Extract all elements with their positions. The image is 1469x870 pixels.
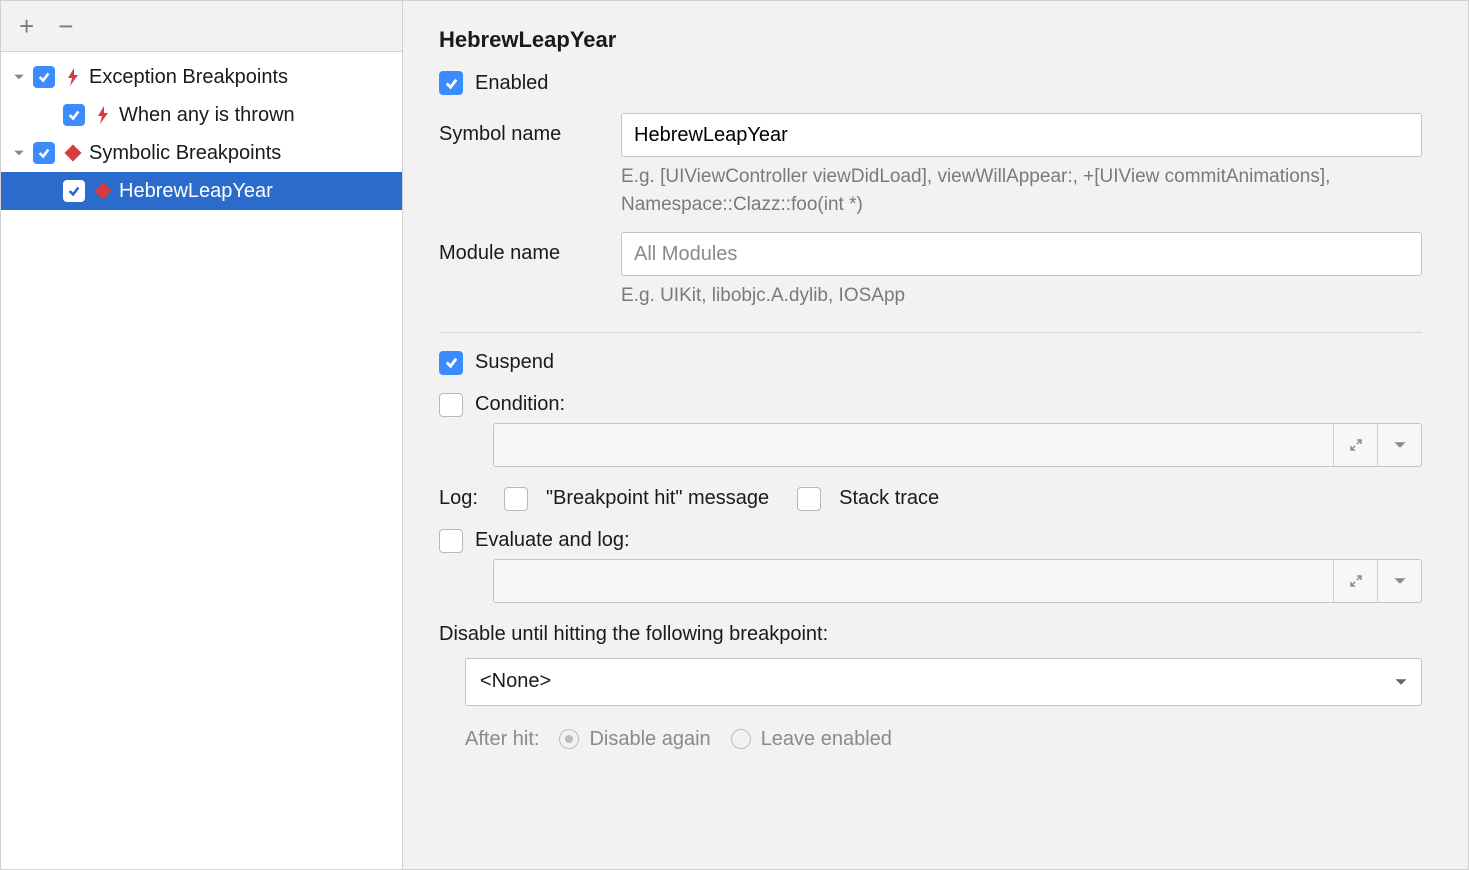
checkbox-hebrewleapyear[interactable] [63, 180, 85, 202]
log-stack-checkbox[interactable] [797, 487, 821, 511]
after-hit-disable-radio[interactable]: Disable again [559, 728, 710, 751]
enabled-label: Enabled [475, 72, 548, 95]
diamond-icon [93, 185, 113, 197]
after-hit-disable-label: Disable again [589, 728, 710, 751]
chevron-down-icon[interactable] [1377, 424, 1421, 466]
evaluate-log-label: Evaluate and log: [475, 529, 630, 552]
tree-group-exception[interactable]: Exception Breakpoints [1, 58, 402, 96]
add-breakpoint-button[interactable]: + [19, 13, 34, 39]
module-name-label: Module name [439, 232, 621, 265]
symbol-name-hint: E.g. [UIViewController viewDidLoad], vie… [621, 163, 1422, 218]
disable-until-label: Disable until hitting the following brea… [439, 623, 1422, 646]
chevron-down-icon [1381, 675, 1421, 689]
tree-item-when-any-thrown[interactable]: When any is thrown [1, 96, 402, 134]
disclosure-triangle-icon[interactable] [11, 147, 27, 159]
enabled-checkbox[interactable] [439, 71, 463, 95]
log-stack-label: Stack trace [839, 487, 939, 510]
breakpoints-sidebar: + − Exception Breakpoints [1, 1, 403, 869]
condition-label: Condition: [475, 393, 565, 416]
evaluate-log-checkbox[interactable] [439, 529, 463, 553]
lightning-icon [63, 68, 83, 86]
condition-expression-box [493, 423, 1422, 467]
tree-label: Symbolic Breakpoints [89, 142, 281, 165]
after-hit-row: After hit: Disable again Leave enabled [439, 728, 1422, 751]
after-hit-leave-radio[interactable]: Leave enabled [731, 728, 892, 751]
suspend-checkbox[interactable] [439, 351, 463, 375]
expand-icon[interactable] [1333, 424, 1377, 466]
tree-group-symbolic[interactable]: Symbolic Breakpoints [1, 134, 402, 172]
log-label: Log: [439, 487, 478, 510]
condition-input[interactable] [494, 424, 1333, 466]
checkbox-symbolic-group[interactable] [33, 142, 55, 164]
disable-until-value: <None> [466, 670, 1381, 693]
breakpoints-tree: Exception Breakpoints When any is thrown [1, 51, 402, 869]
tree-label: Exception Breakpoints [89, 66, 288, 89]
expand-icon[interactable] [1333, 560, 1377, 602]
diamond-icon [63, 147, 83, 159]
sidebar-toolbar: + − [1, 1, 402, 51]
after-hit-label: After hit: [465, 728, 539, 751]
tree-label: When any is thrown [119, 104, 295, 127]
disclosure-triangle-icon[interactable] [11, 71, 27, 83]
log-hit-checkbox[interactable] [504, 487, 528, 511]
symbol-name-label: Symbol name [439, 113, 621, 146]
symbol-name-input[interactable] [621, 113, 1422, 157]
after-hit-leave-label: Leave enabled [761, 728, 892, 751]
suspend-label: Suspend [475, 351, 554, 374]
breakpoint-title: HebrewLeapYear [439, 27, 1422, 53]
log-hit-label: "Breakpoint hit" message [546, 487, 769, 510]
tree-label: HebrewLeapYear [119, 180, 273, 203]
tree-item-hebrewleapyear[interactable]: HebrewLeapYear [1, 172, 402, 210]
module-name-hint: E.g. UIKit, libobjc.A.dylib, IOSApp [621, 282, 1422, 310]
divider [439, 332, 1422, 333]
module-name-input[interactable] [621, 232, 1422, 276]
lightning-icon [93, 106, 113, 124]
evaluate-input[interactable] [494, 560, 1333, 602]
checkbox-exception-group[interactable] [33, 66, 55, 88]
remove-breakpoint-button[interactable]: − [58, 13, 73, 39]
breakpoint-detail-panel: HebrewLeapYear Enabled Symbol name E.g. … [403, 1, 1468, 869]
checkbox-when-any-thrown[interactable] [63, 104, 85, 126]
condition-checkbox[interactable] [439, 393, 463, 417]
chevron-down-icon[interactable] [1377, 560, 1421, 602]
evaluate-expression-box [493, 559, 1422, 603]
disable-until-dropdown[interactable]: <None> [465, 658, 1422, 706]
